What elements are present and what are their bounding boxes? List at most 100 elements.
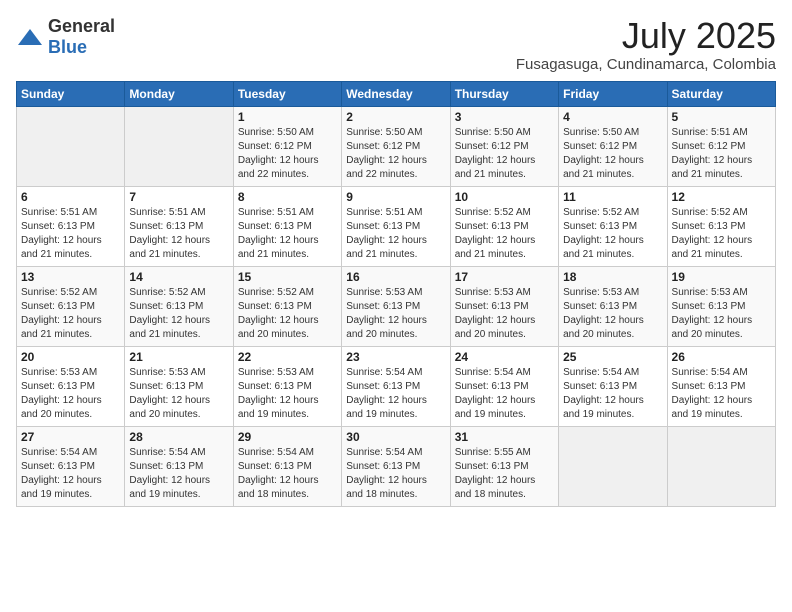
calendar-cell: 25Sunrise: 5:54 AMSunset: 6:13 PMDayligh… [559, 346, 667, 426]
day-number: 31 [455, 430, 554, 444]
calendar-week-row: 13 Sunrise: 5:52 AMSunset: 6:13 PMDayligh… [17, 266, 776, 346]
calendar-week-row: 6 Sunrise: 5:51 AMSunset: 6:13 PMDaylight… [17, 186, 776, 266]
day-number: 2 [346, 110, 445, 124]
day-number: 15 [238, 270, 337, 284]
day-number: 7 [129, 190, 228, 204]
calendar-cell: 12 Sunrise: 5:52 AMSunset: 6:13 PMDayligh… [667, 186, 775, 266]
calendar-cell: 10 Sunrise: 5:52 AMSunset: 6:13 PMDayligh… [450, 186, 558, 266]
calendar-cell: 7 Sunrise: 5:51 AMSunset: 6:13 PMDaylight… [125, 186, 233, 266]
calendar-cell: 24 Sunrise: 5:54 AMSunset: 6:13 PMDayligh… [450, 346, 558, 426]
weekday-header-row: SundayMondayTuesdayWednesdayThursdayFrid… [17, 81, 776, 106]
calendar-cell: 15 Sunrise: 5:52 AMSunset: 6:13 PMDayligh… [233, 266, 341, 346]
calendar-cell: 3Sunrise: 5:50 AMSunset: 6:12 PMDaylight… [450, 106, 558, 186]
day-info: Sunrise: 5:52 AMSunset: 6:13 PMDaylight:… [563, 206, 662, 262]
day-info: Sunrise: 5:53 AMSunset: 6:13 PMDaylight:… [129, 366, 228, 422]
day-number: 23 [346, 350, 445, 364]
day-number: 9 [346, 190, 445, 204]
calendar-cell: 29Sunrise: 5:54 AMSunset: 6:13 PMDayligh… [233, 426, 341, 506]
day-info: Sunrise: 5:52 AMSunset: 6:13 PMDaylight:… [238, 286, 337, 342]
day-number: 24 [455, 350, 554, 364]
calendar-cell: 13 Sunrise: 5:52 AMSunset: 6:13 PMDayligh… [17, 266, 125, 346]
calendar-cell: 22 Sunrise: 5:53 AMSunset: 6:13 PMDayligh… [233, 346, 341, 426]
logo-blue: Blue [48, 37, 87, 57]
day-number: 1 [238, 110, 337, 124]
calendar-cell: 6 Sunrise: 5:51 AMSunset: 6:13 PMDaylight… [17, 186, 125, 266]
calendar-cell: 23 Sunrise: 5:54 AMSunset: 6:13 PMDayligh… [342, 346, 450, 426]
calendar-cell: 5 Sunrise: 5:51 AMSunset: 6:12 PMDaylight… [667, 106, 775, 186]
day-info: Sunrise: 5:51 AMSunset: 6:13 PMDaylight:… [129, 206, 228, 262]
day-info: Sunrise: 5:53 AMSunset: 6:13 PMDaylight:… [455, 286, 554, 342]
day-number: 8 [238, 190, 337, 204]
calendar-cell: 27 Sunrise: 5:54 AMSunset: 6:13 PMDayligh… [17, 426, 125, 506]
calendar-cell: 17Sunrise: 5:53 AMSunset: 6:13 PMDayligh… [450, 266, 558, 346]
weekday-header: Thursday [450, 81, 558, 106]
calendar-week-row: 1 Sunrise: 5:50 AMSunset: 6:12 PMDaylight… [17, 106, 776, 186]
day-info: Sunrise: 5:54 AMSunset: 6:13 PMDaylight:… [238, 446, 337, 502]
weekday-header: Wednesday [342, 81, 450, 106]
calendar-cell: 21 Sunrise: 5:53 AMSunset: 6:13 PMDayligh… [125, 346, 233, 426]
day-number: 25 [563, 350, 662, 364]
day-number: 22 [238, 350, 337, 364]
weekday-header: Saturday [667, 81, 775, 106]
day-info: Sunrise: 5:53 AMSunset: 6:13 PMDaylight:… [672, 286, 771, 342]
calendar-cell: 18Sunrise: 5:53 AMSunset: 6:13 PMDayligh… [559, 266, 667, 346]
day-number: 12 [672, 190, 771, 204]
calendar-cell [559, 426, 667, 506]
calendar-cell [667, 426, 775, 506]
calendar-cell: 31Sunrise: 5:55 AMSunset: 6:13 PMDayligh… [450, 426, 558, 506]
day-info: Sunrise: 5:53 AMSunset: 6:13 PMDaylight:… [563, 286, 662, 342]
day-info: Sunrise: 5:51 AMSunset: 6:12 PMDaylight:… [672, 126, 771, 182]
calendar-cell: 1 Sunrise: 5:50 AMSunset: 6:12 PMDaylight… [233, 106, 341, 186]
calendar-week-row: 27 Sunrise: 5:54 AMSunset: 6:13 PMDayligh… [17, 426, 776, 506]
day-info: Sunrise: 5:52 AMSunset: 6:13 PMDaylight:… [21, 286, 120, 342]
day-info: Sunrise: 5:50 AMSunset: 6:12 PMDaylight:… [563, 126, 662, 182]
calendar-cell [17, 106, 125, 186]
day-info: Sunrise: 5:52 AMSunset: 6:13 PMDaylight:… [455, 206, 554, 262]
day-info: Sunrise: 5:51 AMSunset: 6:13 PMDaylight:… [21, 206, 120, 262]
day-info: Sunrise: 5:51 AMSunset: 6:13 PMDaylight:… [346, 206, 445, 262]
day-info: Sunrise: 5:50 AMSunset: 6:12 PMDaylight:… [346, 126, 445, 182]
logo-text: General Blue [48, 16, 115, 58]
calendar-cell: 2 Sunrise: 5:50 AMSunset: 6:12 PMDaylight… [342, 106, 450, 186]
calendar-cell: 11 Sunrise: 5:52 AMSunset: 6:13 PMDayligh… [559, 186, 667, 266]
page-header: General Blue July 2025 Fusagasuga, Cundi… [16, 16, 776, 73]
day-info: Sunrise: 5:54 AMSunset: 6:13 PMDaylight:… [346, 366, 445, 422]
day-number: 20 [21, 350, 120, 364]
day-number: 4 [563, 110, 662, 124]
day-number: 21 [129, 350, 228, 364]
day-number: 5 [672, 110, 771, 124]
day-info: Sunrise: 5:52 AMSunset: 6:13 PMDaylight:… [129, 286, 228, 342]
calendar-cell: 30 Sunrise: 5:54 AMSunset: 6:13 PMDayligh… [342, 426, 450, 506]
day-number: 13 [21, 270, 120, 284]
day-info: Sunrise: 5:54 AMSunset: 6:13 PMDaylight:… [129, 446, 228, 502]
calendar-cell: 20 Sunrise: 5:53 AMSunset: 6:13 PMDayligh… [17, 346, 125, 426]
calendar-table: SundayMondayTuesdayWednesdayThursdayFrid… [16, 81, 776, 507]
day-number: 27 [21, 430, 120, 444]
day-number: 11 [563, 190, 662, 204]
calendar-cell: 16Sunrise: 5:53 AMSunset: 6:13 PMDayligh… [342, 266, 450, 346]
calendar-cell: 14 Sunrise: 5:52 AMSunset: 6:13 PMDayligh… [125, 266, 233, 346]
day-number: 19 [672, 270, 771, 284]
main-title: July 2025 [516, 16, 776, 56]
day-number: 26 [672, 350, 771, 364]
subtitle: Fusagasuga, Cundinamarca, Colombia [516, 56, 776, 73]
day-info: Sunrise: 5:53 AMSunset: 6:13 PMDaylight:… [21, 366, 120, 422]
day-number: 6 [21, 190, 120, 204]
day-info: Sunrise: 5:53 AMSunset: 6:13 PMDaylight:… [238, 366, 337, 422]
title-area: July 2025 Fusagasuga, Cundinamarca, Colo… [516, 16, 776, 73]
day-info: Sunrise: 5:54 AMSunset: 6:13 PMDaylight:… [346, 446, 445, 502]
day-number: 30 [346, 430, 445, 444]
day-number: 10 [455, 190, 554, 204]
weekday-header: Monday [125, 81, 233, 106]
day-number: 14 [129, 270, 228, 284]
calendar-week-row: 20 Sunrise: 5:53 AMSunset: 6:13 PMDayligh… [17, 346, 776, 426]
day-info: Sunrise: 5:54 AMSunset: 6:13 PMDaylight:… [672, 366, 771, 422]
day-info: Sunrise: 5:50 AMSunset: 6:12 PMDaylight:… [238, 126, 337, 182]
day-info: Sunrise: 5:54 AMSunset: 6:13 PMDaylight:… [455, 366, 554, 422]
day-number: 3 [455, 110, 554, 124]
day-info: Sunrise: 5:52 AMSunset: 6:13 PMDaylight:… [672, 206, 771, 262]
day-info: Sunrise: 5:54 AMSunset: 6:13 PMDaylight:… [21, 446, 120, 502]
calendar-cell: 28Sunrise: 5:54 AMSunset: 6:13 PMDayligh… [125, 426, 233, 506]
calendar-cell: 4 Sunrise: 5:50 AMSunset: 6:12 PMDaylight… [559, 106, 667, 186]
calendar-cell [125, 106, 233, 186]
